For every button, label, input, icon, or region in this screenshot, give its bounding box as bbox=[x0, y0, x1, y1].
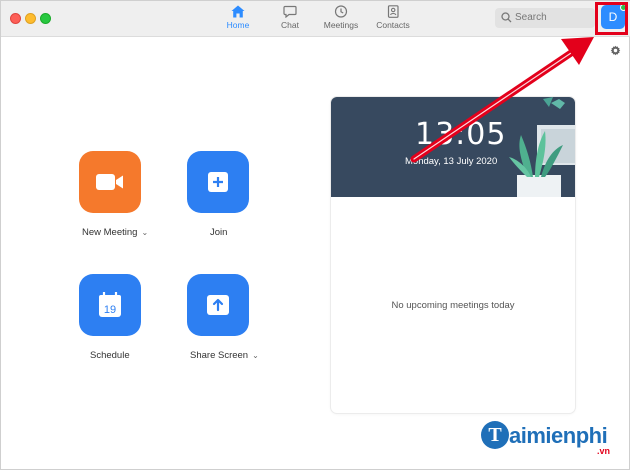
watermark-tld: .vn bbox=[597, 446, 611, 456]
watermark-logo: T aimienphi .vn bbox=[479, 419, 629, 459]
watermark-letter: T bbox=[481, 421, 509, 449]
watermark-brand: aimienphi bbox=[509, 423, 608, 448]
red-arrow-annotation bbox=[410, 37, 594, 163]
app-window: Home Chat Meetings Contacts Search D New… bbox=[0, 0, 630, 470]
